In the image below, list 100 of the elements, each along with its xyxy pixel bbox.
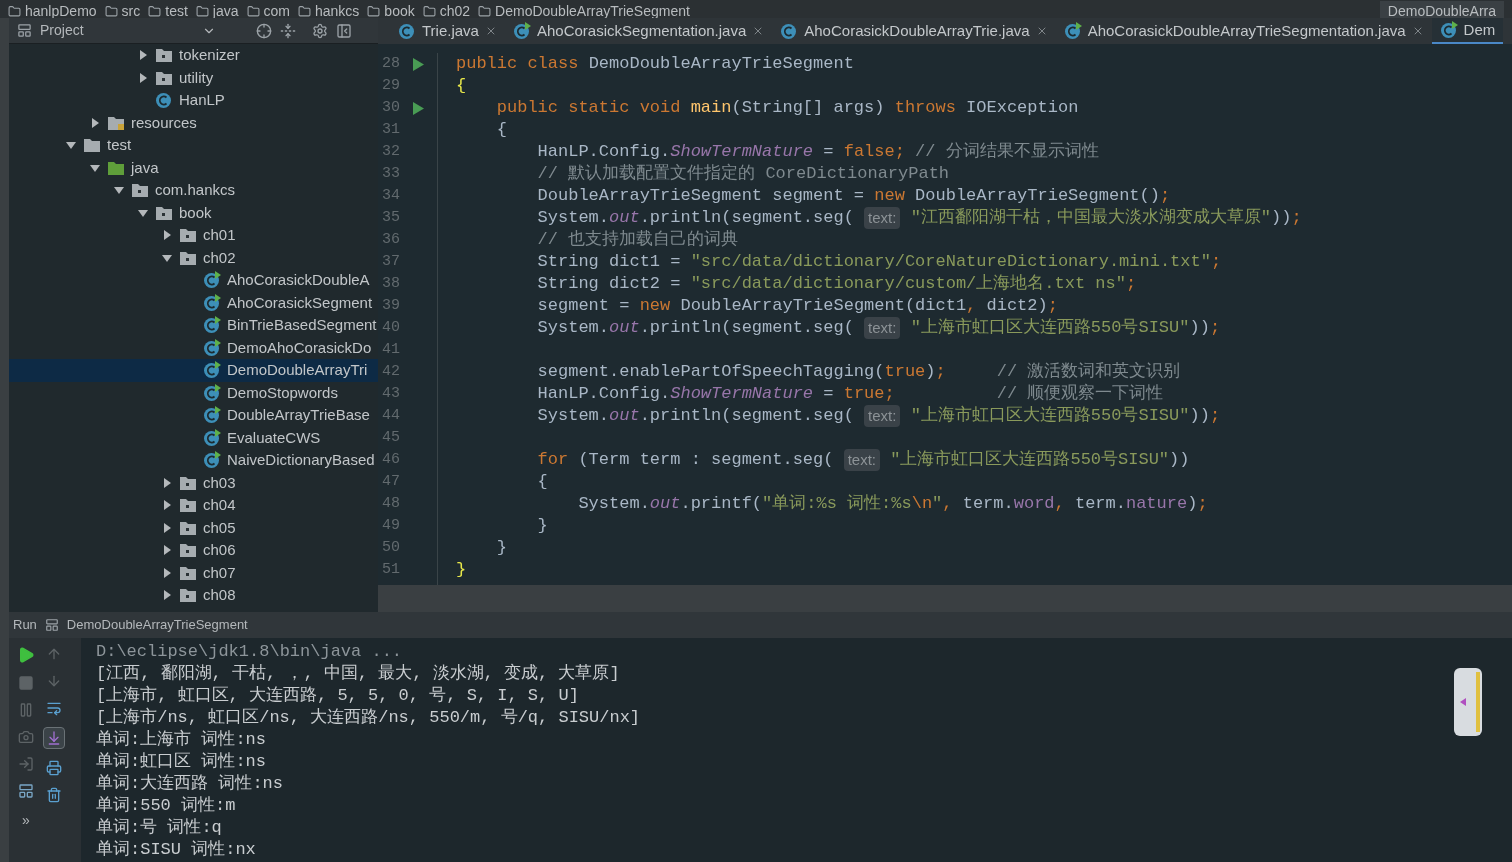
tree-item[interactable]: DemoDoubleArrayTri — [9, 359, 378, 382]
tree-item[interactable]: ch06 — [9, 539, 378, 562]
line-number: 30 — [382, 97, 401, 118]
code-token: // 顺便观察一下词性 — [995, 382, 1164, 406]
tree-item-label: ch03 — [203, 472, 236, 493]
expand-arrow-icon[interactable] — [161, 521, 173, 534]
breadcrumb[interactable]: java — [195, 1, 239, 18]
wrap-icon[interactable] — [46, 700, 62, 716]
layout-icon[interactable] — [18, 783, 34, 799]
line-number: 39 — [382, 295, 401, 316]
runnable-class-icon — [203, 338, 221, 357]
editor-tab[interactable]: AhoCorasickDoubleArrayTrie.java — [772, 18, 1056, 44]
tree-item[interactable]: ch05 — [9, 516, 378, 539]
expand-arrow-icon[interactable] — [161, 589, 173, 602]
tree-item[interactable]: com.hankcs — [9, 179, 378, 202]
code-token: .println(segment.seg( — [639, 317, 855, 340]
code-token: public static void — [495, 97, 682, 120]
tree-item[interactable]: DoubleArrayTrieBase — [9, 404, 378, 427]
more-tools[interactable]: » — [22, 810, 30, 831]
line-number: 38 — [382, 273, 401, 294]
code-token: ) — [925, 361, 936, 384]
tree-item[interactable]: ch03 — [9, 471, 378, 494]
tree-item[interactable]: tokenizer — [9, 44, 378, 67]
tree-item[interactable]: java — [9, 156, 378, 179]
run-icon[interactable] — [412, 57, 424, 71]
folder-icon — [179, 227, 197, 244]
code-token: true; — [843, 383, 895, 406]
line-number: 41 — [382, 339, 401, 360]
expand-arrow-icon[interactable] — [137, 71, 149, 84]
editor-tab[interactable]: AhoCorasickSegmentation.java — [504, 18, 773, 44]
line-number: 29 — [382, 75, 401, 96]
expand-arrow-icon[interactable] — [161, 499, 173, 512]
tree-item[interactable]: ch02 — [9, 246, 378, 269]
tree-item[interactable]: BinTrieBasedSegment — [9, 314, 378, 337]
code-token: new — [874, 185, 906, 208]
trash-icon[interactable] — [46, 787, 62, 803]
tree-item[interactable]: AhoCorasickDoubleA — [9, 269, 378, 292]
editor-tab[interactable]: AhoCorasickDoubleArrayTrieSegmentation.java — [1055, 18, 1432, 44]
tree-item-label: utility — [179, 67, 214, 88]
tree-item[interactable]: NaiveDictionaryBased — [9, 449, 378, 472]
expand-arrow-icon[interactable] — [161, 566, 173, 579]
tree-item[interactable]: ch01 — [9, 224, 378, 247]
run-configuration[interactable]: DemoDoubleArra — [1379, 1, 1504, 18]
tree-item[interactable]: utility — [9, 66, 378, 89]
runnable-class-icon — [512, 22, 531, 40]
tree-item-label: BinTrieBasedSegment — [227, 315, 377, 335]
tab-label: Trie.java — [422, 20, 479, 41]
breadcrumb[interactable]: DemoDoubleArrayTrieSegment — [478, 1, 690, 18]
code-token: DoubleArrayTrieSegment(dict1 — [680, 295, 967, 317]
folder-icon — [179, 587, 197, 604]
tree-item[interactable]: book — [9, 201, 378, 224]
runnable-class-icon — [203, 361, 221, 380]
tab-label: Dem — [1463, 19, 1496, 40]
scroll-to-end-icon[interactable] — [43, 727, 65, 749]
expand-arrow-icon[interactable] — [161, 544, 173, 557]
code-token: // 也支持加载自己的词典 — [536, 229, 739, 252]
code-token: DoubleArrayTrieSegment() — [915, 185, 1160, 208]
class-icon — [398, 22, 416, 40]
tree-item[interactable]: EvaluateCWS — [9, 426, 378, 449]
console-line: [上海市/ns, 虹口区/ns, 大连西路/ns, 550/m, 号/q, SISU/nx] — [96, 706, 642, 727]
console-line: [江西, 鄱阳湖, 干枯, ，, 中国, 最大, 淡水湖, 变成, 大草原] — [96, 663, 621, 683]
breadcrumb[interactable]: src — [104, 1, 141, 18]
code-token: public class — [456, 53, 580, 76]
expand-arrow-icon[interactable] — [89, 116, 101, 129]
folder-icon — [179, 519, 197, 536]
tree-item[interactable]: test — [9, 134, 378, 157]
code-token: \n — [911, 493, 933, 516]
code-token: (Term term : segment.seg( — [578, 449, 835, 472]
run-icon[interactable] — [17, 646, 35, 664]
code-token: , — [942, 493, 954, 516]
run-icon[interactable] — [412, 101, 424, 115]
expand-arrow-icon[interactable] — [161, 229, 173, 242]
expand-arrow-icon[interactable] — [137, 49, 149, 62]
tab-label: AhoCorasickDoubleArrayTrieSegmentation.java — [1087, 20, 1406, 41]
breadcrumb[interactable]: hanlpDemo — [8, 1, 97, 18]
breadcrumb[interactable]: test — [148, 1, 188, 18]
editor-tab[interactable]: Dem — [1431, 18, 1504, 44]
console-line: 单词:虹口区 词性:ns — [96, 751, 267, 771]
parameter-hint: text: — [864, 316, 901, 340]
tree-item[interactable]: ch07 — [9, 561, 378, 584]
code-token: ) — [1187, 493, 1198, 516]
breadcrumb[interactable]: hankcs — [298, 1, 360, 18]
folder-icon — [107, 159, 125, 176]
breadcrumb[interactable]: book — [367, 1, 415, 18]
tree-item[interactable]: ch08 — [9, 584, 378, 607]
breadcrumb[interactable]: ch02 — [422, 1, 471, 18]
editor-tab[interactable]: Trie.java — [390, 18, 505, 44]
tree-item[interactable]: resources — [9, 111, 378, 134]
tree-item[interactable]: DemoAhoCorasickDo — [9, 336, 378, 359]
print-icon[interactable] — [46, 760, 62, 776]
console-line: 单词:上海市 词性:ns — [96, 728, 267, 749]
tree-item[interactable]: ch04 — [9, 494, 378, 517]
expand-arrow-icon[interactable] — [161, 476, 173, 489]
tree-item-label: resources — [131, 112, 197, 133]
tree-item[interactable]: AhoCorasickSegment — [9, 291, 378, 314]
code-token: DoubleArrayTrieSegment segment = — [536, 185, 866, 208]
runnable-class-icon — [203, 383, 221, 402]
tree-item[interactable]: HanLP — [9, 89, 378, 112]
tree-item[interactable]: DemoStopwords — [9, 381, 378, 404]
breadcrumb[interactable]: com — [246, 1, 290, 18]
